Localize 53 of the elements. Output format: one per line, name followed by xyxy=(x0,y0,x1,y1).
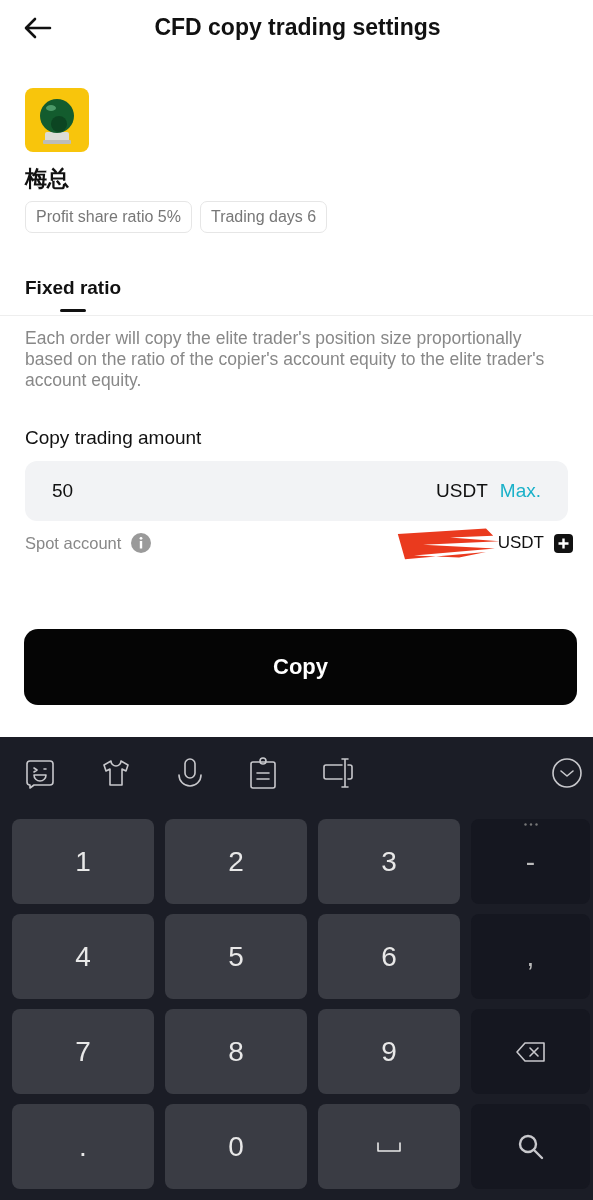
mode-tab[interactable]: Fixed ratio xyxy=(25,277,122,312)
keyboard-key[interactable]: , xyxy=(471,914,590,999)
collapse-icon[interactable] xyxy=(551,757,583,789)
page-title: CFD copy trading settings xyxy=(153,14,442,41)
keyboard-key[interactable]: 1 xyxy=(12,819,154,904)
spot-balance: USDT xyxy=(497,533,544,552)
key-label: 2 xyxy=(228,845,244,878)
keyboard-key[interactable]: - xyxy=(471,819,590,904)
keyboard-key[interactable]: 2 xyxy=(165,819,307,904)
trader-name: 梅总 xyxy=(25,165,70,193)
key-label: 3 xyxy=(381,845,397,878)
amount-input[interactable]: 50 xyxy=(52,480,425,502)
amount-label: Copy trading amount xyxy=(24,426,203,449)
keyboard-key[interactable]: . xyxy=(12,1104,154,1189)
emoji-icon[interactable] xyxy=(24,757,56,789)
key-label: 6 xyxy=(381,940,397,973)
keyboard-key[interactable]: 7 xyxy=(12,1009,154,1094)
copy-button[interactable]: Copy xyxy=(24,629,577,705)
key-label: 1 xyxy=(75,845,91,878)
shirt-icon[interactable] xyxy=(100,757,132,789)
keyboard-key[interactable]: 3 xyxy=(318,819,460,904)
microphone-icon[interactable] xyxy=(176,757,204,789)
keyboard-key[interactable]: 0 xyxy=(165,1104,307,1189)
back-arrow-icon[interactable] xyxy=(24,16,52,39)
spot-account-label: Spot account xyxy=(25,533,122,553)
backspace-icon xyxy=(514,1040,547,1063)
keyboard-key[interactable]: 8 xyxy=(165,1009,307,1094)
keyboard-key[interactable]: 5 xyxy=(165,914,307,999)
more-dots-icon xyxy=(523,823,538,826)
key-label: 8 xyxy=(228,1035,244,1068)
key-label: 5 xyxy=(228,940,244,973)
keyboard-key[interactable]: 6 xyxy=(318,914,460,999)
amount-field[interactable]: 50 USDT Max. xyxy=(25,461,568,521)
key-label: 7 xyxy=(75,1035,91,1068)
space-icon xyxy=(376,1140,402,1153)
keyboard-key[interactable]: 9 xyxy=(318,1009,460,1094)
trader-tag: Profit share ratio 5% xyxy=(25,201,192,233)
clipboard-icon[interactable] xyxy=(248,756,278,790)
key-label: 0 xyxy=(228,1130,244,1163)
text-cursor-icon[interactable] xyxy=(322,757,356,789)
keyboard-key[interactable]: 4 xyxy=(12,914,154,999)
trader-tag: Trading days 6 xyxy=(199,201,328,233)
key-label: , xyxy=(526,940,535,973)
key-label: 9 xyxy=(381,1035,397,1068)
add-icon[interactable] xyxy=(554,533,573,553)
info-icon[interactable] xyxy=(131,533,152,553)
mode-description: Each order will copy the elite trader's position size proportionally based on the ratio of the copier's account equity to the elite trader's account equity. xyxy=(24,327,546,391)
key-label: 4 xyxy=(75,940,91,973)
key-label: . xyxy=(79,1130,87,1163)
search-icon xyxy=(516,1132,545,1161)
key-label: - xyxy=(525,845,536,878)
unit-label: USDT xyxy=(436,480,488,502)
keyboard-key[interactable] xyxy=(471,1009,590,1094)
